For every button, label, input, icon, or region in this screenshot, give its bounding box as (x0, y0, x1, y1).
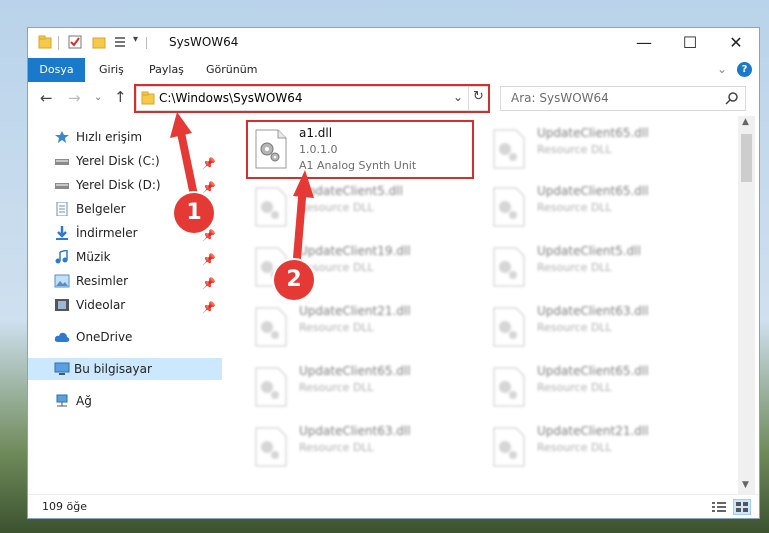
arrow-2-shaft (292, 185, 307, 271)
step-marker-1: 1 (174, 193, 214, 233)
arrow-1-head (170, 112, 192, 138)
annotation-arrows (170, 112, 314, 271)
arrow-2-head (293, 170, 314, 198)
step-marker-2: 2 (274, 260, 314, 300)
